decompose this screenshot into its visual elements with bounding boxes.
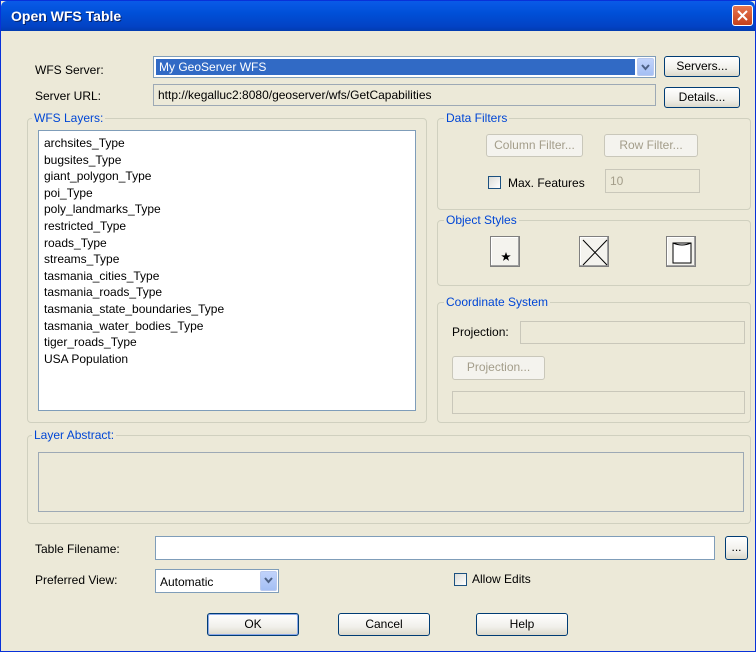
layer-list-item[interactable]: USA Population bbox=[44, 351, 128, 367]
layer-list-item[interactable]: poi_Type bbox=[44, 185, 93, 201]
layer-list-item[interactable]: bugsites_Type bbox=[44, 152, 121, 168]
layer-list-item[interactable]: tasmania_roads_Type bbox=[44, 284, 162, 300]
layer-list-item[interactable]: restricted_Type bbox=[44, 218, 126, 234]
layer-list-item[interactable]: tiger_roads_Type bbox=[44, 334, 137, 350]
wfs-layers-list[interactable]: archsites_Type bugsites_Type giant_polygon… bbox=[38, 130, 416, 411]
wfs-layers-title: WFS Layers: bbox=[32, 111, 106, 125]
projection-description-field bbox=[452, 391, 745, 414]
server-url-field: http://kegalluc2:8080/geoserver/wfs/GetC… bbox=[153, 84, 656, 106]
preferred-view-select[interactable]: Automatic bbox=[155, 569, 279, 593]
layer-list-item[interactable]: streams_Type bbox=[44, 251, 119, 267]
preferred-view-label: Preferred View: bbox=[35, 573, 118, 587]
cancel-button[interactable]: Cancel bbox=[338, 613, 430, 636]
max-features-label: Max. Features bbox=[508, 176, 585, 190]
details-button[interactable]: Details... bbox=[664, 87, 740, 108]
layer-list-item[interactable]: tasmania_state_boundaries_Type bbox=[44, 301, 224, 317]
ok-button[interactable]: OK bbox=[207, 613, 299, 636]
wfs-server-combo[interactable]: My GeoServer WFS bbox=[153, 56, 656, 78]
projection-field[interactable] bbox=[520, 321, 745, 344]
layer-list-item[interactable]: archsites_Type bbox=[44, 135, 125, 151]
help-button[interactable]: Help bbox=[476, 613, 568, 636]
server-url-label: Server URL: bbox=[35, 89, 102, 103]
layer-list-item[interactable]: roads_Type bbox=[44, 235, 107, 251]
close-button[interactable] bbox=[732, 5, 753, 26]
close-icon bbox=[737, 10, 748, 21]
wfs-server-label: WFS Server: bbox=[35, 63, 104, 77]
object-styles-title: Object Styles bbox=[444, 213, 519, 227]
data-filters-title: Data Filters bbox=[444, 111, 510, 125]
line-style-icon bbox=[582, 239, 608, 266]
data-filters-group bbox=[437, 118, 751, 210]
region-style-button[interactable] bbox=[666, 236, 696, 267]
max-features-checkbox[interactable] bbox=[488, 176, 501, 189]
layer-list-item[interactable]: tasmania_water_bodies_Type bbox=[44, 318, 203, 334]
allow-edits-label: Allow Edits bbox=[472, 572, 531, 586]
star-icon bbox=[501, 252, 511, 261]
chevron-down-icon[interactable] bbox=[637, 58, 654, 76]
layer-abstract-field bbox=[38, 452, 744, 512]
layer-abstract-title: Layer Abstract: bbox=[32, 428, 117, 442]
column-filter-button[interactable]: Column Filter... bbox=[486, 134, 583, 157]
allow-edits-checkbox[interactable] bbox=[454, 573, 467, 586]
table-filename-field[interactable] bbox=[155, 536, 715, 560]
window-title: Open WFS Table bbox=[11, 8, 122, 24]
title-bar[interactable]: Open WFS Table bbox=[1, 1, 755, 31]
symbol-style-button[interactable] bbox=[490, 236, 520, 267]
browse-button[interactable]: ... bbox=[725, 536, 748, 560]
servers-button[interactable]: Servers... bbox=[664, 56, 740, 77]
open-wfs-table-dialog: Open WFS Table WFS Server: My GeoServer … bbox=[0, 0, 756, 652]
region-style-icon bbox=[672, 242, 692, 264]
projection-label: Projection: bbox=[452, 325, 509, 339]
layer-list-item[interactable]: poly_landmarks_Type bbox=[44, 201, 161, 217]
row-filter-button[interactable]: Row Filter... bbox=[604, 134, 698, 157]
layer-list-item[interactable]: tasmania_cities_Type bbox=[44, 268, 159, 284]
line-style-button[interactable] bbox=[579, 236, 609, 267]
projection-button[interactable]: Projection... bbox=[452, 356, 545, 380]
layer-list-item[interactable]: giant_polygon_Type bbox=[44, 168, 151, 184]
coordinate-system-title: Coordinate System bbox=[444, 295, 551, 309]
chevron-down-icon[interactable] bbox=[260, 571, 277, 591]
table-filename-label: Table Filename: bbox=[35, 542, 120, 556]
wfs-server-selected: My GeoServer WFS bbox=[156, 59, 635, 75]
max-features-field[interactable]: 10 bbox=[605, 169, 700, 193]
